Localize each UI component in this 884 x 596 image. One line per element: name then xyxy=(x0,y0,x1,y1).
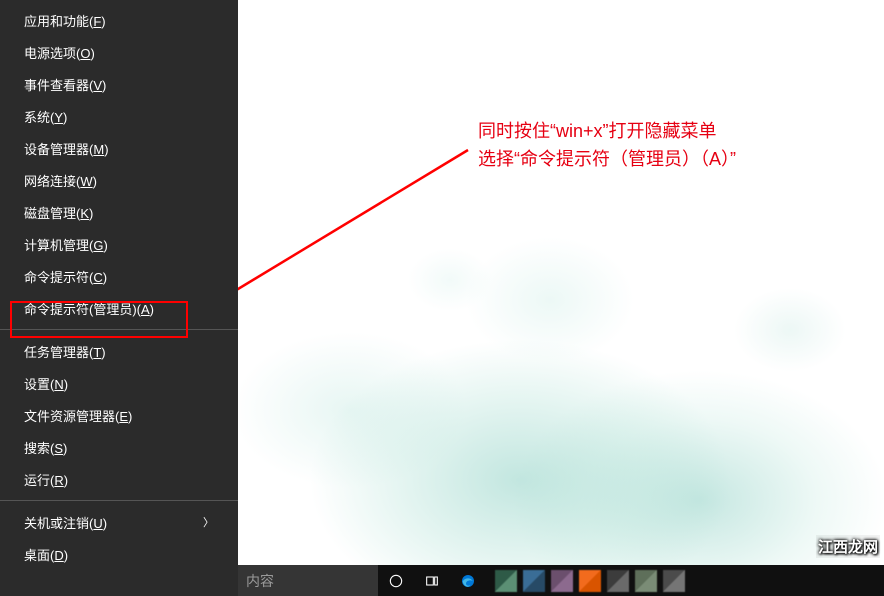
task-view-icon[interactable] xyxy=(414,565,450,596)
annotation-line-2: 选择“命令提示符（管理员）（A）” xyxy=(478,145,736,173)
menu-item-label: 系统(Y) xyxy=(24,107,67,126)
menu-section-3: 关机或注销(U) 〉 桌面(D) xyxy=(0,506,238,570)
menu-item-label: 设备管理器(M) xyxy=(24,139,109,158)
menu-item-label: 关机或注销(U) xyxy=(24,513,107,532)
watermark: 江西龙网 xyxy=(816,535,880,558)
menu-item-label: 电源选项(O) xyxy=(24,43,95,62)
edge-browser-icon[interactable] xyxy=(450,565,486,596)
app-tile-4[interactable] xyxy=(579,570,601,592)
menu-item-system[interactable]: 系统(Y) xyxy=(0,100,238,132)
search-input[interactable]: 内容 xyxy=(238,565,378,596)
menu-item-command-prompt-admin[interactable]: 命令提示符(管理员)(A) xyxy=(0,292,238,324)
app-tile-1[interactable] xyxy=(495,570,517,592)
app-tile-2[interactable] xyxy=(523,570,545,592)
menu-item-label: 命令提示符(C) xyxy=(24,267,107,286)
chevron-right-icon: 〉 xyxy=(203,514,214,530)
menu-item-label: 桌面(D) xyxy=(24,545,68,564)
menu-item-desktop[interactable]: 桌面(D) xyxy=(0,538,238,570)
app-tile-5[interactable] xyxy=(607,570,629,592)
menu-item-label: 计算机管理(G) xyxy=(24,235,108,254)
menu-item-event-viewer[interactable]: 事件查看器(V) xyxy=(0,68,238,100)
menu-item-label: 设置(N) xyxy=(24,374,68,393)
menu-separator xyxy=(0,329,238,330)
menu-item-label: 运行(R) xyxy=(24,470,68,489)
annotation-line-1: 同时按住“win+x”打开隐藏菜单 xyxy=(478,117,736,145)
menu-item-run[interactable]: 运行(R) xyxy=(0,463,238,495)
menu-separator xyxy=(0,500,238,501)
menu-item-label: 网络连接(W) xyxy=(24,171,97,190)
menu-item-label: 磁盘管理(K) xyxy=(24,203,93,222)
menu-item-label: 应用和功能(F) xyxy=(24,11,106,30)
annotation-text: 同时按住“win+x”打开隐藏菜单 选择“命令提示符（管理员）（A）” xyxy=(478,117,736,173)
menu-item-label: 命令提示符(管理员)(A) xyxy=(24,299,154,318)
menu-item-network-connections[interactable]: 网络连接(W) xyxy=(0,164,238,196)
menu-item-disk-management[interactable]: 磁盘管理(K) xyxy=(0,196,238,228)
taskbar-app-tiles xyxy=(492,570,688,592)
taskbar: 内容 xyxy=(238,565,884,596)
winx-context-menu: 应用和功能(F) 电源选项(O) 事件查看器(V) 系统(Y) 设备管理器(M)… xyxy=(0,0,238,596)
app-tile-7[interactable] xyxy=(663,570,685,592)
menu-item-label: 事件查看器(V) xyxy=(24,75,106,94)
menu-section-2: 任务管理器(T) 设置(N) 文件资源管理器(E) 搜索(S) 运行(R) xyxy=(0,335,238,495)
menu-item-file-explorer[interactable]: 文件资源管理器(E) xyxy=(0,399,238,431)
menu-item-search[interactable]: 搜索(S) xyxy=(0,431,238,463)
menu-item-apps-features[interactable]: 应用和功能(F) xyxy=(0,4,238,36)
menu-item-device-manager[interactable]: 设备管理器(M) xyxy=(0,132,238,164)
menu-section-1: 应用和功能(F) 电源选项(O) 事件查看器(V) 系统(Y) 设备管理器(M)… xyxy=(0,0,238,324)
menu-item-power-options[interactable]: 电源选项(O) xyxy=(0,36,238,68)
app-tile-3[interactable] xyxy=(551,570,573,592)
app-tile-6[interactable] xyxy=(635,570,657,592)
menu-item-label: 任务管理器(T) xyxy=(24,342,106,361)
menu-item-shutdown-signout[interactable]: 关机或注销(U) 〉 xyxy=(0,506,238,538)
menu-item-label: 文件资源管理器(E) xyxy=(24,406,132,425)
cortana-icon[interactable] xyxy=(378,565,414,596)
menu-item-command-prompt[interactable]: 命令提示符(C) xyxy=(0,260,238,292)
menu-item-label: 搜索(S) xyxy=(24,438,67,457)
menu-item-settings[interactable]: 设置(N) xyxy=(0,367,238,399)
search-placeholder-text: 内容 xyxy=(246,571,274,591)
menu-item-task-manager[interactable]: 任务管理器(T) xyxy=(0,335,238,367)
menu-item-computer-management[interactable]: 计算机管理(G) xyxy=(0,228,238,260)
